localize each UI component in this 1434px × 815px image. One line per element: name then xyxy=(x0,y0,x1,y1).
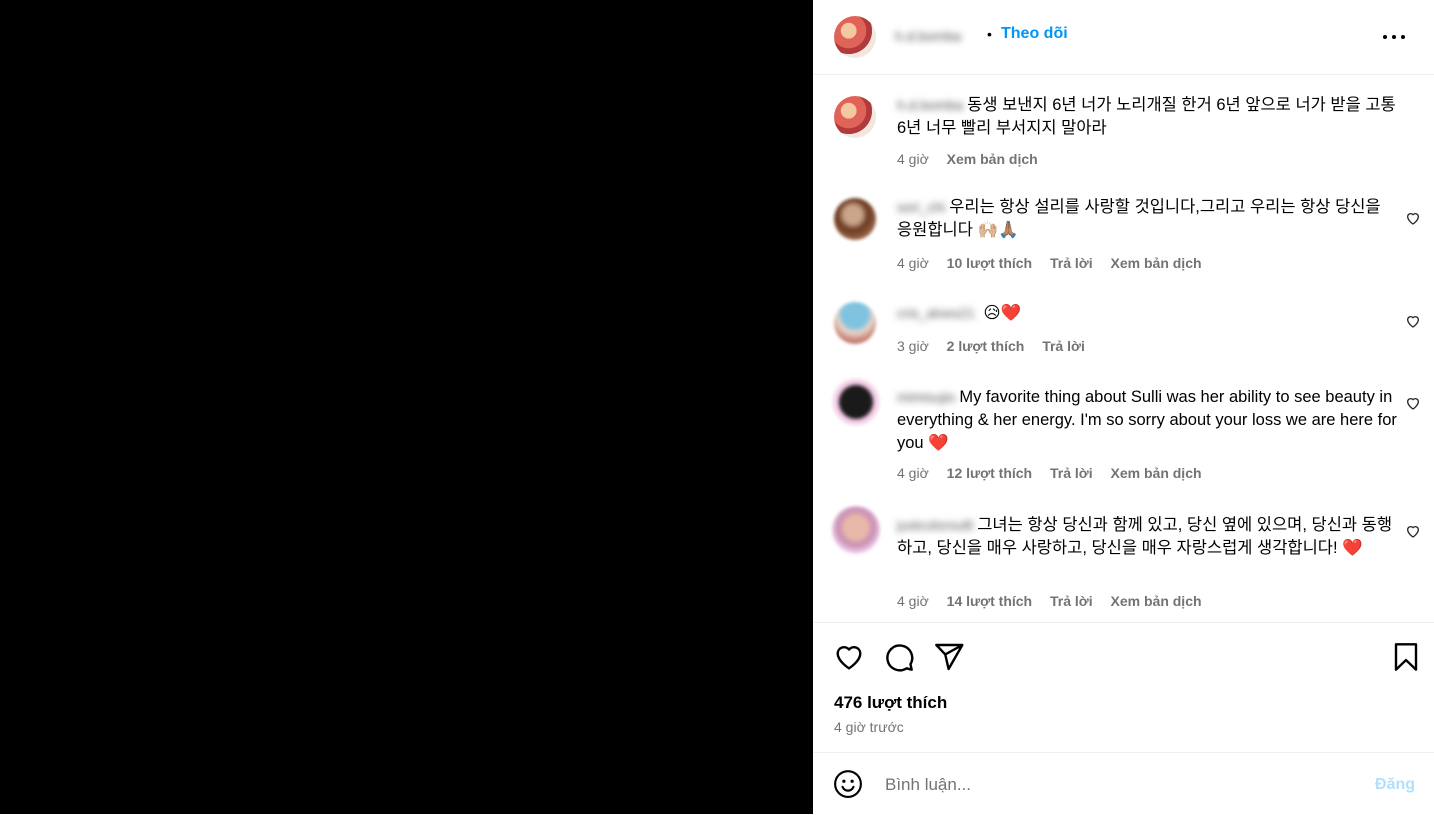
comment-likes[interactable]: 10 lượt thích xyxy=(947,255,1032,271)
comment-time: 3 giờ xyxy=(897,338,929,354)
more-options-icon[interactable] xyxy=(1381,26,1407,48)
comment-text: 우리는 항상 설리를 사랑할 것입니다,그리고 우리는 항상 당신을 응원합니다 xyxy=(897,198,1381,239)
comment-input[interactable] xyxy=(883,771,1327,799)
see-translation-button[interactable]: Xem bản dịch xyxy=(1111,593,1202,609)
reply-button[interactable]: Trả lời xyxy=(1050,255,1093,271)
comment-username[interactable]: mimisujio xyxy=(897,386,955,405)
avatar[interactable] xyxy=(832,378,880,426)
comment-like-heart-icon[interactable] xyxy=(1405,395,1421,411)
comment-like-heart-icon[interactable] xyxy=(1405,523,1421,539)
comment-likes[interactable]: 2 lượt thích xyxy=(947,338,1025,354)
avatar[interactable] xyxy=(834,96,876,138)
owner-avatar[interactable] xyxy=(834,16,876,58)
comment-emoji: ❤️ xyxy=(928,434,949,453)
comment-item: mimisujio My favorite thing about Sulli w… xyxy=(813,378,1434,488)
comment-like-heart-icon[interactable] xyxy=(1405,313,1421,329)
comment-username[interactable]: sori_chi xyxy=(897,196,945,215)
avatar[interactable] xyxy=(834,198,876,240)
see-translation-button[interactable]: Xem bản dịch xyxy=(1111,465,1202,481)
separator-dot: • xyxy=(987,26,992,42)
post-side-panel: h.d.bomba • Theo dõi h.d.bomba 동생 보낸지 6년 … xyxy=(813,0,1434,814)
share-icon[interactable] xyxy=(933,641,965,673)
caption-username[interactable]: h.d.bomba xyxy=(897,94,963,113)
comment-emoji: 🙌🏼🙏🏽 xyxy=(977,221,1019,240)
reply-button[interactable]: Trả lời xyxy=(1050,593,1093,609)
caption-text: 동생 보낸지 6년 너가 노리개질 한거 6년 앞으로 너가 받을 고통 6년 … xyxy=(897,96,1396,137)
comment-item: justcolorsulli 그녀는 항상 당신과 함께 있고, 당신 옆에 있으… xyxy=(813,506,1434,616)
follow-button[interactable]: Theo dõi xyxy=(1001,25,1068,43)
comment-item: sori_chi 우리는 항상 설리를 사랑할 것입니다,그리고 우리는 항상 당… xyxy=(813,194,1434,278)
reply-button[interactable]: Trả lời xyxy=(1050,465,1093,481)
see-translation-button[interactable]: Xem bản dịch xyxy=(1111,255,1202,271)
owner-username[interactable]: h.d.bomba xyxy=(895,28,961,44)
comment-username[interactable]: justcolorsulli xyxy=(897,514,973,533)
see-translation-button[interactable]: Xem bản dịch xyxy=(947,151,1038,167)
comment-text: My favorite thing about Sulli was her ab… xyxy=(897,388,1397,452)
comment-likes[interactable]: 12 lượt thích xyxy=(947,465,1032,481)
posted-time: 4 giờ trước xyxy=(834,719,904,735)
caption-time: 4 giờ xyxy=(897,151,929,167)
comment-emoji: 😥❤️ xyxy=(983,304,1022,323)
caption: h.d.bomba 동생 보낸지 6년 너가 노리개질 한거 6년 앞으로 너가 … xyxy=(813,92,1434,172)
reply-button[interactable]: Trả lời xyxy=(1042,338,1085,354)
post-actions: 476 lượt thích 4 giờ trước xyxy=(813,622,1434,753)
comment-item: cris_alves21 😥❤️ 3 giờ 2 lượt thích Trả … xyxy=(813,298,1434,358)
post-media[interactable] xyxy=(0,0,813,814)
comment-likes[interactable]: 14 lượt thích xyxy=(947,593,1032,609)
post-header: h.d.bomba • Theo dõi xyxy=(813,0,1434,75)
comment-time: 4 giờ xyxy=(897,465,929,481)
comment-time: 4 giờ xyxy=(897,255,929,271)
comment-composer: Đăng xyxy=(813,752,1434,815)
comment-emoji: ❤️ xyxy=(1342,539,1363,558)
comment-time: 4 giờ xyxy=(897,593,929,609)
save-icon[interactable] xyxy=(1390,641,1422,673)
avatar[interactable] xyxy=(832,506,880,554)
comment-like-heart-icon[interactable] xyxy=(1405,210,1421,226)
like-count[interactable]: 476 lượt thích xyxy=(834,693,947,713)
avatar[interactable] xyxy=(834,302,876,344)
post-comment-button[interactable]: Đăng xyxy=(1375,776,1415,794)
heart-icon[interactable] xyxy=(833,641,865,673)
comment-icon[interactable] xyxy=(883,641,915,673)
emoji-icon[interactable] xyxy=(833,769,863,799)
comment-username[interactable]: cris_alves21 xyxy=(897,302,975,321)
